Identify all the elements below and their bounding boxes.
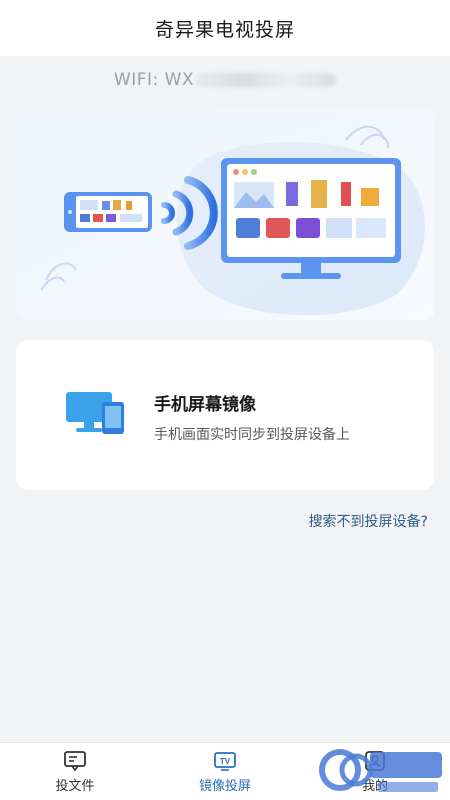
cast-illustration-banner xyxy=(16,110,434,320)
tab-cast-file-label: 投文件 xyxy=(55,778,95,794)
file-cast-icon xyxy=(64,750,86,771)
screen-mirror-card[interactable]: 手机屏幕镜像 手机画面实时同步到投屏设备上 xyxy=(16,340,434,490)
screen-mirror-icon xyxy=(66,392,124,434)
tab-mirror-cast[interactable]: TV 镜像投屏 xyxy=(150,743,300,800)
wifi-name-masked xyxy=(196,73,337,87)
cast-illustration xyxy=(16,110,434,320)
tv-mirror-icon: TV xyxy=(214,751,236,771)
svg-text:TV: TV xyxy=(220,757,231,766)
site-watermark-logo xyxy=(319,749,442,792)
cannot-find-device-link[interactable]: 搜索不到投屏设备? xyxy=(309,511,428,531)
tab-cast-file[interactable]: 投文件 xyxy=(0,743,150,800)
app-header: 奇异果电视投屏 xyxy=(0,0,450,56)
tab-mirror-cast-label: 镜像投屏 xyxy=(198,778,251,794)
card-title: 手机屏幕镜像 xyxy=(154,395,256,415)
wifi-label: WIFI: WX xyxy=(113,70,195,90)
wifi-status: WIFI: WX xyxy=(0,70,450,90)
page-title: 奇异果电视投屏 xyxy=(154,18,295,41)
card-subtitle: 手机画面实时同步到投屏设备上 xyxy=(154,427,350,443)
